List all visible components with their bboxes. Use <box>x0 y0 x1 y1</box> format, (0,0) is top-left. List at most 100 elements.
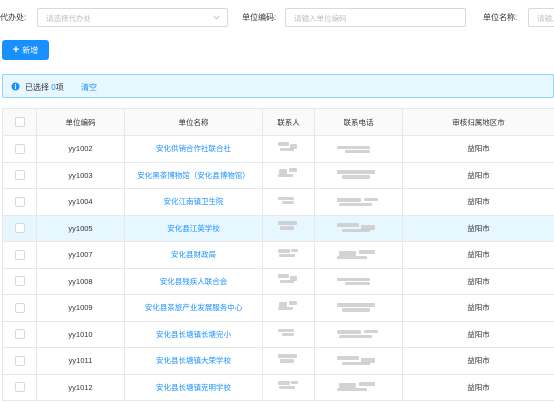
table-row[interactable]: yy1003 安化黑茶博物馆（安化县博物馆） 益阳市 <box>2 162 554 189</box>
cell-contact-redacted <box>262 347 315 375</box>
row-checkbox[interactable] <box>14 143 25 154</box>
cell-phone-redacted <box>314 215 403 242</box>
table-header-row: 单位编码 单位名称 联系人 联系电话 审核归属地区市 <box>2 108 554 136</box>
redacted-blur <box>336 355 381 366</box>
cell-contact-redacted <box>262 188 315 216</box>
row-select-cell[interactable] <box>2 268 37 295</box>
cell-unit-code: yy1012 <box>36 374 125 401</box>
select-all-checkbox[interactable] <box>14 117 25 127</box>
unit-name-link[interactable]: 安化县长塘镇大荣学校 <box>156 356 231 365</box>
clear-selection-link[interactable]: 清空 <box>81 82 97 93</box>
row-checkbox[interactable] <box>14 276 25 287</box>
add-button[interactable]: + 新增 <box>2 40 49 60</box>
cell-contact-redacted <box>262 241 315 269</box>
table-row[interactable]: yy1010 安化县长塘镇长塘完小 益阳市 <box>2 321 554 348</box>
row-select-cell[interactable] <box>2 241 37 269</box>
unit-name-link[interactable]: 安化县残疾人联合会 <box>160 277 228 286</box>
table-row[interactable]: yy1008 安化县残疾人联合会 益阳市 <box>2 268 554 295</box>
table-row[interactable]: yy1002 安化供销合作社联合社 益阳市 <box>2 135 554 163</box>
unit-name-link[interactable]: 安化黑茶博物馆（安化县博物馆） <box>137 171 250 180</box>
cell-contact-redacted <box>262 374 315 401</box>
select-all-cell[interactable] <box>2 108 37 136</box>
cell-phone-redacted <box>314 188 403 216</box>
row-checkbox[interactable] <box>14 302 25 313</box>
cell-unit-code: yy1008 <box>36 268 125 295</box>
table-row[interactable]: yy1007 安化县财政局 益阳市 <box>2 241 554 269</box>
unit-name-link[interactable]: 安化县江英学校 <box>167 224 220 233</box>
unit-name-link[interactable]: 安化县财政局 <box>171 250 216 259</box>
redacted-blur <box>277 380 300 394</box>
cell-unit-name: 安化江南镇卫生院 <box>124 188 263 216</box>
table-row[interactable]: yy1012 安化县长塘镇克明学校 益阳市 <box>2 374 554 401</box>
cell-unit-name: 安化县财政局 <box>124 241 263 269</box>
selection-alert: 已选择 0项 清空 <box>2 74 554 98</box>
row-checkbox[interactable] <box>14 223 25 234</box>
cell-unit-name: 安化县长塘镇克明学校 <box>124 374 263 401</box>
plus-icon: + <box>12 43 20 56</box>
redacted-blur <box>277 353 300 368</box>
unit-name-input[interactable]: 请输入 <box>528 8 554 27</box>
row-checkbox[interactable] <box>14 329 25 340</box>
row-select-cell[interactable] <box>2 321 37 348</box>
header-unit-name[interactable]: 单位名称 <box>124 108 263 136</box>
header-phone[interactable]: 联系电话 <box>314 108 403 136</box>
cell-phone-redacted <box>314 241 403 269</box>
redacted-blur <box>336 249 381 260</box>
row-checkbox[interactable] <box>14 196 25 207</box>
cell-region: 益阳市 <box>402 215 554 242</box>
unit-name-link[interactable]: 安化县长塘镇长塘完小 <box>156 330 231 339</box>
redacted-blur <box>336 382 381 392</box>
chevron-down-icon <box>213 15 220 20</box>
unit-code-input[interactable]: 请输入单位编码 <box>285 8 466 27</box>
row-select-cell[interactable] <box>2 188 37 216</box>
table-row[interactable]: yy1005 安化县江英学校 益阳市 <box>2 215 554 242</box>
cell-phone-redacted <box>314 321 403 348</box>
row-checkbox[interactable] <box>14 170 25 181</box>
cell-region: 益阳市 <box>402 374 554 401</box>
cell-contact-redacted <box>262 135 315 163</box>
unit-name-link[interactable]: 安化县长塘镇克明学校 <box>156 383 231 392</box>
unit-code-placeholder: 请输入单位编码 <box>294 14 347 23</box>
cell-phone-redacted <box>314 347 403 375</box>
row-select-cell[interactable] <box>2 374 37 401</box>
cell-unit-code: yy1009 <box>36 294 125 322</box>
unit-name-link[interactable]: 安化供销合作社联合社 <box>156 144 231 153</box>
row-select-cell[interactable] <box>2 347 37 375</box>
cell-unit-name: 安化县江英学校 <box>124 215 263 242</box>
table-row[interactable]: yy1009 安化县茶旅产业发展服务中心 益阳市 <box>2 294 554 322</box>
cell-region: 益阳市 <box>402 162 554 189</box>
table-row[interactable]: yy1011 安化县长塘镇大荣学校 益阳市 <box>2 347 554 375</box>
unit-name-link[interactable]: 安化江南镇卫生院 <box>164 197 224 206</box>
cell-region: 益阳市 <box>402 294 554 322</box>
row-select-cell[interactable] <box>2 135 37 163</box>
row-checkbox[interactable] <box>14 382 25 393</box>
row-select-cell[interactable] <box>2 294 37 322</box>
table-row[interactable]: yy1004 安化江南镇卫生院 益阳市 <box>2 188 554 216</box>
header-unit-code[interactable]: 单位编码 <box>36 108 125 136</box>
unit-name-link[interactable]: 安化县茶旅产业发展服务中心 <box>145 303 243 312</box>
header-contact[interactable]: 联系人 <box>262 108 315 136</box>
cell-contact-redacted <box>262 294 315 322</box>
cell-unit-name: 安化县残疾人联合会 <box>124 268 263 295</box>
agency-select[interactable]: 请选择代办处 <box>37 8 228 27</box>
redacted-blur <box>277 274 300 288</box>
cell-phone-redacted <box>314 268 403 295</box>
row-select-cell[interactable] <box>2 162 37 189</box>
row-checkbox[interactable] <box>14 355 25 366</box>
row-checkbox[interactable] <box>14 249 25 260</box>
redacted-blur <box>277 141 300 156</box>
unit-name-label: 单位名称: <box>483 13 518 22</box>
redacted-blur <box>277 248 300 262</box>
cell-unit-code: yy1011 <box>36 347 125 375</box>
unit-name-placeholder: 请输入 <box>537 14 554 23</box>
header-region[interactable]: 审核归属地区市 <box>402 108 554 136</box>
cell-region: 益阳市 <box>402 135 554 163</box>
selection-suffix: 项 <box>55 83 64 92</box>
redacted-blur <box>277 300 300 315</box>
cell-contact-redacted <box>262 321 315 348</box>
selection-count-text: 已选择 0项 <box>25 82 64 93</box>
add-button-label: 新增 <box>22 45 39 55</box>
redacted-blur <box>336 329 381 339</box>
row-select-cell[interactable] <box>2 215 37 242</box>
cell-phone-redacted <box>314 135 403 163</box>
